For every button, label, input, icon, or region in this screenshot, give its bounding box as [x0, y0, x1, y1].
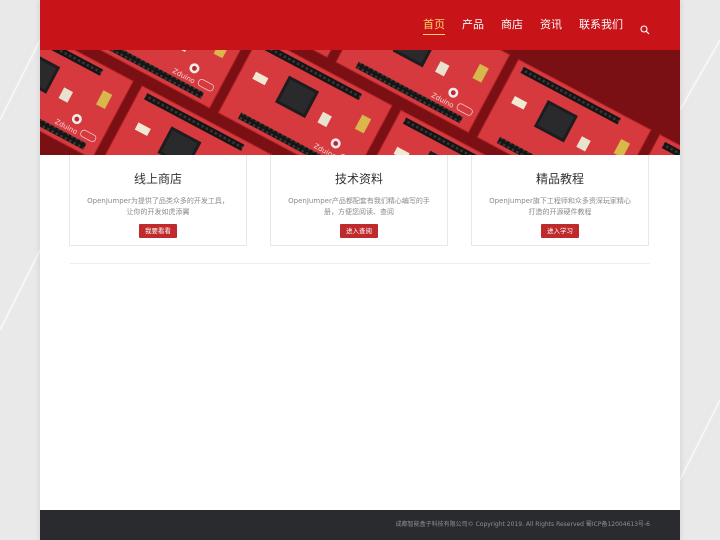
main-nav: 首页 产品 商店 资讯 联系我们	[406, 0, 650, 50]
nav-item-news[interactable]: 资讯	[540, 16, 562, 34]
nav-item-products[interactable]: 产品	[462, 16, 484, 34]
card-tech-docs: 技术资料 OpenJumper产品都配套有我们精心编写的手册，方便您阅读、查阅 …	[270, 155, 448, 246]
card-tutorials: 精品教程 OpenJumper旗下工程师和众多资深玩家精心打造的开源硬件教程 进…	[471, 155, 649, 246]
page-container: 首页 产品 商店 资讯 联系我们 线上商店 OpenJumper为提供了品类众多…	[40, 0, 680, 540]
section-divider	[70, 263, 650, 264]
card-description: OpenJumper产品都配套有我们精心编写的手册，方便您阅读、查阅	[288, 197, 430, 216]
card-title: 线上商店	[133, 172, 182, 186]
pcb-boards-photo: Zduino	[40, 50, 680, 155]
card-description: OpenJumper为提供了品类众多的开发工具，让你的开发如虎添翼	[87, 197, 229, 216]
card-title: 精品教程	[535, 172, 584, 186]
search-icon[interactable]	[640, 20, 650, 35]
card-description: OpenJumper旗下工程师和众多资深玩家精心打造的开源硬件教程	[489, 197, 631, 216]
card-title: 技术资料	[334, 172, 383, 186]
site-footer: 成都智能盒子科技有限公司© Copyright 2019. All Rights…	[40, 510, 680, 540]
tutorials-button[interactable]: 进入学习	[541, 224, 579, 238]
store-button[interactable]: 我要看看	[139, 224, 177, 238]
nav-item-store[interactable]: 商店	[501, 16, 523, 34]
nav-item-home[interactable]: 首页	[423, 16, 445, 35]
site-header: 首页 产品 商店 资讯 联系我们	[40, 0, 680, 50]
card-online-store: 线上商店 OpenJumper为提供了品类众多的开发工具，让你的开发如虎添翼 我…	[69, 155, 247, 246]
copyright-text: 成都智能盒子科技有限公司© Copyright 2019. All Rights…	[395, 521, 650, 528]
docs-button[interactable]: 进入查阅	[340, 224, 378, 238]
nav-item-contact[interactable]: 联系我们	[579, 16, 623, 34]
hero-banner-image: Zduino	[40, 50, 680, 155]
